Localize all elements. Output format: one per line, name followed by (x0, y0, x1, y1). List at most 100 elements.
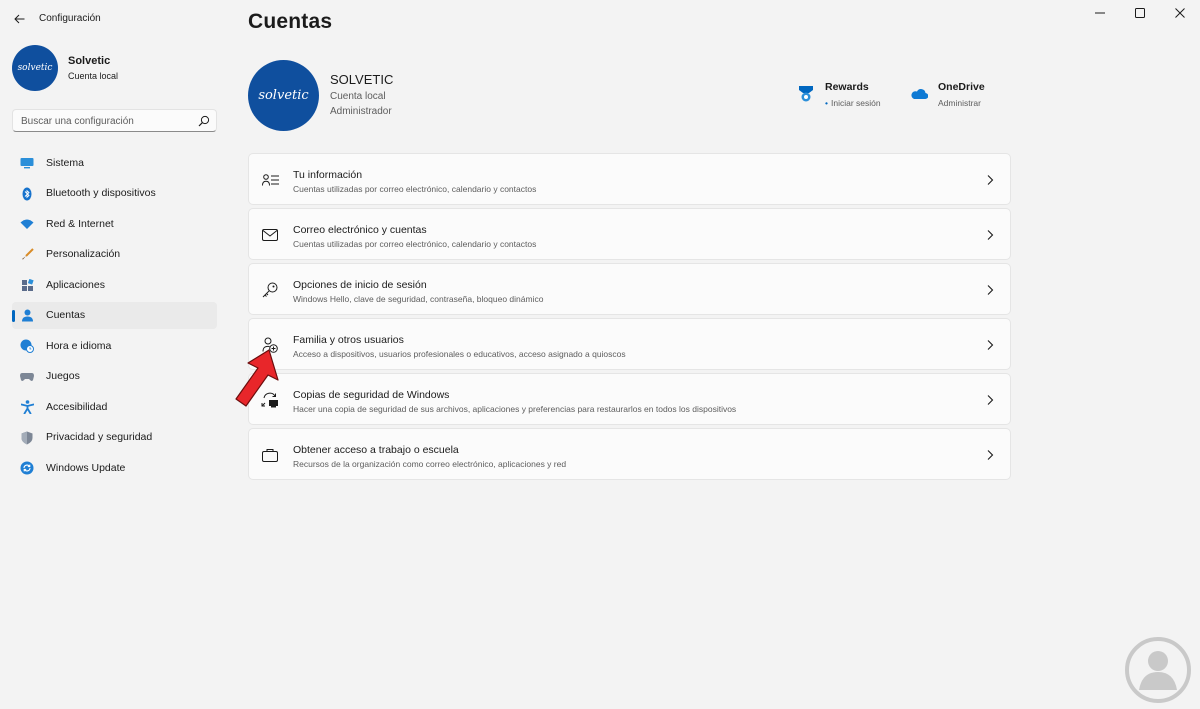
wifi-icon (20, 217, 34, 231)
shield-icon (20, 431, 34, 445)
minimize-icon (1095, 12, 1105, 14)
search-input[interactable] (21, 114, 191, 128)
sidebar-item-label: Privacidad y seguridad (46, 431, 153, 443)
avatar-logo-text: solvetic (17, 63, 53, 73)
search-icon (198, 115, 210, 127)
chevron-right-icon (987, 450, 994, 460)
bluetooth-icon (20, 187, 34, 201)
mail-icon (261, 226, 279, 244)
chevron-right-icon (987, 340, 994, 350)
card-subtitle: Cuentas utilizadas por correo electrónic… (293, 239, 537, 249)
profile-name: Solvetic (68, 55, 111, 67)
account-avatar[interactable]: solvetic (248, 60, 319, 131)
sidebar-profile[interactable]: solvetic Solvetic Cuenta local (12, 45, 222, 91)
chevron-right-icon (987, 395, 994, 405)
close-icon (1175, 8, 1185, 18)
apps-icon (20, 278, 34, 292)
sidebar-item-label: Bluetooth y dispositivos (46, 187, 156, 199)
sidebar-item-accesibilidad[interactable]: Accesibilidad (12, 393, 217, 420)
sidebar-item-label: Sistema (46, 156, 84, 169)
title-bar: Configuración (0, 0, 1200, 38)
page-title: Cuentas (248, 10, 333, 33)
card-inicio-sesion[interactable]: Opciones de inicio de sesión Windows Hel… (248, 263, 1011, 315)
rewards-subtitle-text: Iniciar sesión (830, 98, 881, 108)
card-subtitle: Recursos de la organización como correo … (293, 459, 567, 469)
sidebar-item-sistema[interactable]: Sistema (12, 149, 217, 176)
sidebar-item-label: Windows Update (46, 461, 126, 474)
rewards-icon (799, 86, 813, 102)
search-box[interactable] (12, 109, 217, 132)
sidebar-item-privacidad[interactable]: Privacidad y seguridad (12, 424, 217, 451)
card-subtitle: Windows Hello, clave de seguridad, contr… (293, 294, 544, 304)
settings-window: Configuración solvetic Solvetic Cuenta l… (0, 0, 1200, 709)
person-card-icon (261, 171, 279, 189)
sidebar-item-windows-update[interactable]: Windows Update (12, 454, 217, 481)
solvetic-logo-watermark (1125, 637, 1191, 703)
brush-icon (20, 248, 34, 262)
settings-cards: Tu información Cuentas utilizadas por co… (248, 153, 1011, 483)
sidebar-item-label: Cuentas (46, 309, 86, 321)
maximize-icon (1135, 8, 1145, 18)
back-button[interactable] (8, 8, 30, 30)
sidebar-item-label: Red & Internet (46, 217, 114, 230)
card-title: Correo electrónico y cuentas (293, 224, 427, 236)
profile-account-type: Cuenta local (68, 71, 119, 81)
onedrive-subtitle: Administrar (938, 98, 981, 108)
card-correo[interactable]: Correo electrónico y cuentas Cuentas uti… (248, 208, 1011, 260)
card-title: Obtener acceso a trabajo o escuela (293, 444, 459, 456)
sidebar-item-label: Juegos (46, 370, 80, 382)
chevron-right-icon (987, 230, 994, 240)
sidebar-item-label: Aplicaciones (46, 278, 105, 291)
account-role: Administrador (330, 106, 392, 117)
sidebar-nav: Sistema Bluetooth y dispositivos Red & I… (12, 149, 217, 485)
rewards-link[interactable]: Rewards • Iniciar sesión (797, 81, 897, 111)
card-title: Copias de seguridad de Windows (293, 389, 450, 401)
onedrive-link[interactable]: OneDrive Administrar (910, 81, 1000, 111)
card-title: Familia y otros usuarios (293, 334, 404, 346)
update-icon (20, 461, 34, 475)
accessibility-icon (20, 400, 34, 414)
monitor-icon (20, 156, 34, 170)
card-trabajo-escuela[interactable]: Obtener acceso a trabajo o escuela Recur… (248, 428, 1011, 480)
person-icon (20, 309, 34, 323)
rewards-subtitle: • Iniciar sesión (825, 98, 881, 108)
onedrive-icon (911, 89, 928, 100)
sidebar-item-label: Hora e idioma (46, 339, 112, 352)
sidebar-item-hora-idioma[interactable]: Hora e idioma (12, 332, 217, 359)
briefcase-icon (261, 446, 279, 464)
card-tu-informacion[interactable]: Tu información Cuentas utilizadas por co… (248, 153, 1011, 205)
sidebar-item-cuentas[interactable]: Cuentas (12, 301, 217, 329)
app-title: Configuración (39, 13, 101, 24)
sidebar-item-label: Personalización (46, 248, 121, 260)
back-arrow-icon (13, 14, 24, 24)
globe-clock-icon (20, 339, 34, 353)
sidebar-item-bluetooth[interactable]: Bluetooth y dispositivos (12, 180, 217, 207)
card-title: Tu información (293, 169, 363, 181)
card-subtitle: Acceso a dispositivos, usuarios profesio… (293, 349, 626, 359)
status-dot: • (825, 98, 828, 108)
card-subtitle: Cuentas utilizadas por correo electrónic… (293, 184, 537, 194)
key-icon (261, 281, 279, 299)
minimize-button[interactable] (1080, 0, 1120, 26)
gamepad-icon (20, 370, 34, 384)
rewards-title: Rewards (825, 81, 869, 93)
sidebar-item-personalizacion[interactable]: Personalización (12, 241, 217, 268)
card-copias-seguridad[interactable]: Copias de seguridad de Windows Hacer una… (248, 373, 1011, 425)
red-arrow-annotation (235, 349, 279, 407)
window-controls (1080, 0, 1200, 26)
close-button[interactable] (1160, 0, 1200, 26)
maximize-button[interactable] (1120, 0, 1160, 26)
onedrive-title: OneDrive (938, 81, 985, 93)
card-familia[interactable]: Familia y otros usuarios Acceso a dispos… (248, 318, 1011, 370)
chevron-right-icon (987, 175, 994, 185)
avatar-logo-text: solvetic (258, 88, 309, 103)
sidebar-item-juegos[interactable]: Juegos (12, 363, 217, 390)
chevron-right-icon (987, 285, 994, 295)
avatar: solvetic (12, 45, 58, 91)
account-name: SOLVETIC (330, 72, 394, 87)
sidebar-item-red[interactable]: Red & Internet (12, 210, 217, 237)
sidebar-item-aplicaciones[interactable]: Aplicaciones (12, 271, 217, 298)
sidebar-item-label: Accesibilidad (46, 400, 108, 413)
account-type: Cuenta local (330, 91, 386, 102)
card-subtitle: Hacer una copia de seguridad de sus arch… (293, 404, 737, 414)
